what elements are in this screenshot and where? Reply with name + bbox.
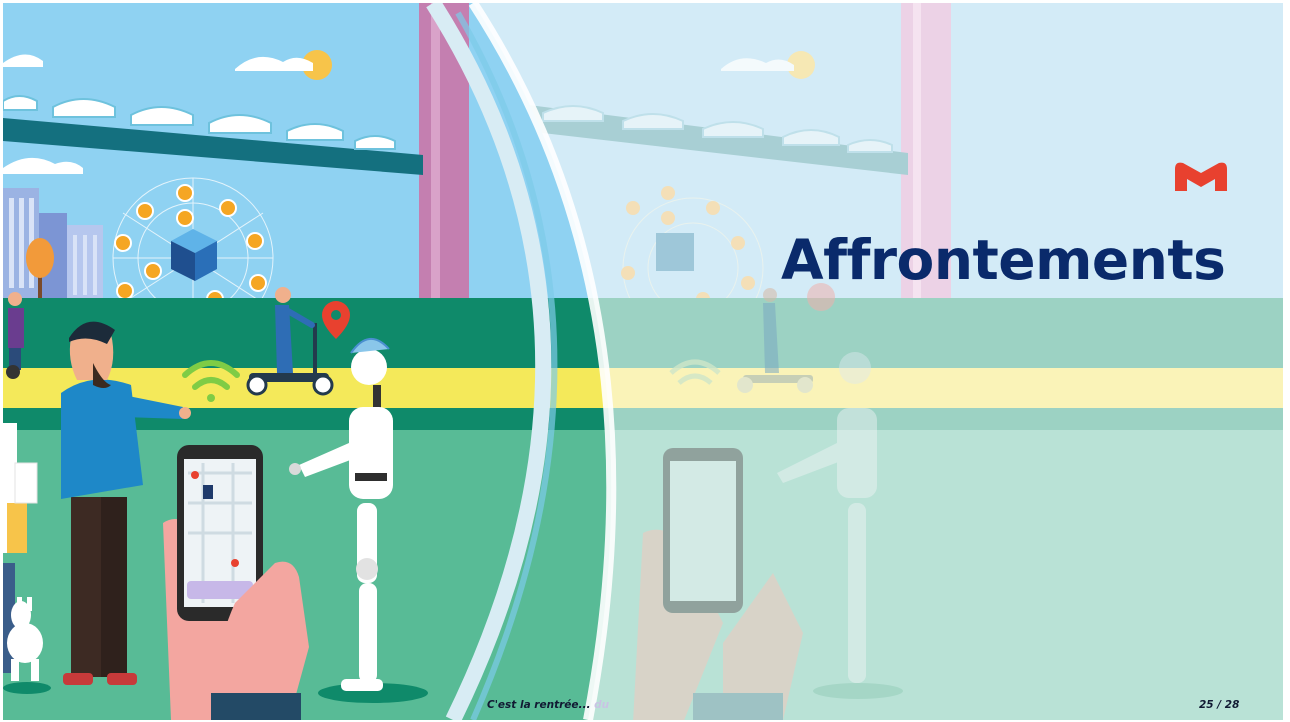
smart-city-illustration bbox=[3, 3, 1283, 720]
m-logo-icon bbox=[1175, 162, 1227, 191]
slide-title: Affrontements bbox=[781, 228, 1226, 292]
page-number: 25 / 28 bbox=[1199, 699, 1240, 711]
footer-text: C'est la rentrée... du bbox=[487, 699, 609, 711]
footer-faint-text: du bbox=[594, 699, 610, 711]
footer-main-text: C'est la rentrée... bbox=[487, 699, 591, 711]
presentation-slide: Affrontements C'est la rentrée... du 25 … bbox=[3, 3, 1283, 720]
